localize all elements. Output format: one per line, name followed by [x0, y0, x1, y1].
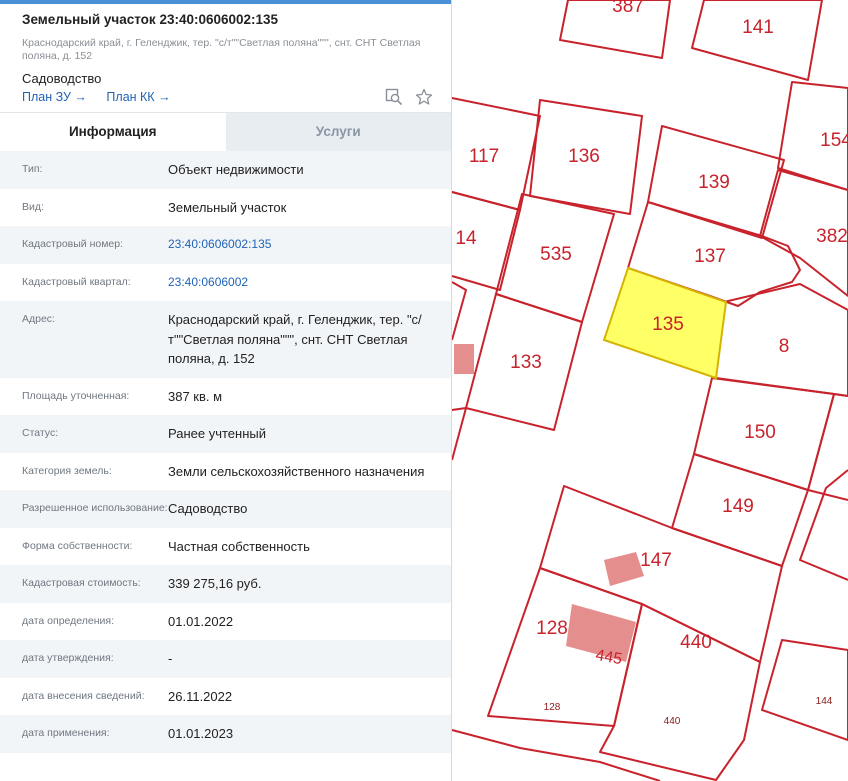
property-row: Площадь уточненная: 387 кв. м [0, 378, 451, 416]
parcel-label: 147 [640, 550, 672, 571]
property-row: дата внесения сведений: 26.11.2022 [0, 678, 451, 716]
property-value: 26.11.2022 [168, 688, 233, 704]
parcel-label: 141 [742, 17, 774, 38]
parcel-label: 128 [536, 618, 568, 639]
property-label: дата применения: [22, 727, 110, 739]
property-value: - [168, 651, 173, 666]
parcel-small-label: 144 [816, 696, 833, 707]
property-label: дата определения: [22, 614, 115, 627]
parcel-label: 149 [722, 496, 754, 517]
property-row: Разрешенное использование: Садоводство [0, 490, 451, 528]
parcel-label: 137 [694, 246, 726, 267]
property-value: Земли сельскохозяйственного назначения [168, 463, 425, 479]
property-label: Вид: [22, 200, 44, 213]
property-value: Ранее учтенный [168, 426, 266, 441]
property-label: Категория земель: [22, 464, 112, 477]
property-label: Площадь уточненная: [22, 389, 130, 402]
property-value: Объект недвижимости [168, 162, 304, 177]
property-row: Адрес: Краснодарский край, г. Геленджик, … [0, 301, 451, 378]
property-label: Форма собственности: [22, 539, 133, 552]
parcel-label: 535 [540, 244, 572, 265]
tab-information[interactable]: Информация [0, 113, 226, 151]
property-row: Кадастровый квартал: 23:40:0606002 [0, 264, 451, 302]
parcel-small-label: 440 [664, 716, 681, 727]
properties-table: Тип: Объект недвижимости Вид: Земельный уча… [0, 151, 451, 753]
header-actions [385, 88, 433, 106]
parcel-label: 135 [652, 314, 684, 335]
parcel-label: 440 [680, 632, 712, 653]
parcel-small-label: 128 [544, 702, 561, 713]
property-value: 339 275,16 руб. [168, 576, 262, 591]
property-row: Форма собственности: Частная собственност… [0, 528, 451, 566]
property-row: Статус: Ранее учтенный [0, 415, 451, 453]
property-value-link[interactable]: 23:40:0606002:135 [168, 235, 444, 255]
property-label: Адрес: [22, 313, 55, 325]
property-row: дата утверждения: - [0, 640, 451, 678]
parcel-label: 117 [469, 146, 499, 167]
purpose-text: Садоводство [22, 71, 102, 86]
property-row: дата определения: 01.01.2022 [0, 603, 451, 641]
parcel-label: 139 [698, 172, 730, 193]
parcel-label: 133 [510, 352, 542, 373]
property-row: Тип: Объект недвижимости [0, 151, 451, 189]
parcel-label: 387 [612, 0, 644, 17]
property-value: Земельный участок [168, 199, 287, 215]
parcel-label: 14 [455, 228, 477, 249]
property-value: Краснодарский край, г. Геленджик, тер. "… [168, 312, 422, 366]
property-value: 387 кв. м [168, 388, 223, 404]
parcel-label: 8 [779, 336, 790, 357]
parcel-label: 150 [744, 422, 776, 443]
parcel-label: 154 [820, 130, 848, 151]
property-row: Категория земель: Земли сельскохозяйствен… [0, 453, 451, 491]
page-title: Земельный участок 23:40:0606002:135 [22, 12, 279, 27]
address-summary: Краснодарский край, г. Геленджик, тер. "… [22, 37, 421, 62]
property-value: Частная собственность [168, 538, 310, 554]
parcel-label: 136 [568, 146, 600, 167]
property-row: Кадастровая стоимость: 339 275,16 руб. [0, 565, 451, 603]
building [454, 344, 474, 374]
panel-header: Земельный участок 23:40:0606002:135 Крас… [0, 0, 451, 112]
property-label: Кадастровый квартал: [22, 275, 131, 288]
plan-kk-link[interactable]: План КК → [106, 90, 170, 104]
plan-links: План ЗУ → План КК → [22, 90, 187, 104]
star-icon[interactable] [415, 88, 433, 106]
property-label: Статус: [22, 427, 59, 439]
info-panel: Земельный участок 23:40:0606002:135 Крас… [0, 0, 452, 781]
property-label: Кадастровый номер: [22, 238, 124, 250]
property-label: Разрешенное использование: [22, 502, 168, 514]
property-value: Садоводство [168, 501, 248, 516]
plan-zu-link[interactable]: План ЗУ → [22, 90, 87, 104]
property-label: Тип: [22, 163, 43, 175]
tab-services[interactable]: Услуги [225, 113, 451, 151]
parcel-label: 382 [816, 226, 848, 247]
property-row: дата применения: 01.01.2023 [0, 715, 451, 753]
property-value: 01.01.2022 [168, 613, 234, 629]
property-row: Вид: Земельный участок [0, 189, 451, 227]
property-label: Кадастровая стоимость: [22, 577, 141, 589]
property-value-link[interactable]: 23:40:0606002 [168, 273, 444, 293]
property-label: дата внесения сведений: [22, 689, 145, 702]
property-label: дата утверждения: [22, 652, 114, 664]
search-map-icon[interactable] [385, 88, 403, 106]
tab-bar: Информация Услуги [0, 112, 451, 151]
property-row: Кадастровый номер: 23:40:0606002:135 [0, 226, 451, 264]
property-value: 01.01.2023 [168, 726, 234, 741]
